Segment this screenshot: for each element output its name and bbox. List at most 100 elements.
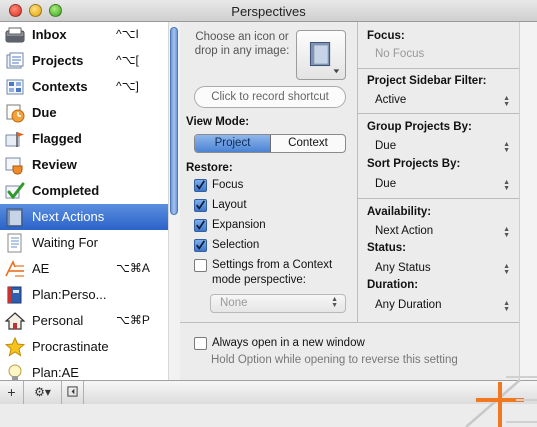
always-open-label: Always open in a new window	[212, 337, 365, 349]
filter-settings-pane: Focus: No Focus Project Sidebar Filter: …	[357, 22, 520, 322]
settings-from-context-checkbox[interactable]	[194, 259, 207, 272]
perspectives-list: Inbox ^⌥I Projects ^⌥[ Contexts ^⌥] Due …	[0, 22, 180, 380]
popup-arrows-icon: ▲ ▼	[503, 263, 510, 276]
popup-arrows-icon: ▲ ▼	[331, 296, 338, 309]
restore-layout-checkbox[interactable]	[194, 199, 207, 212]
restore-expansion-label: Expansion	[212, 219, 266, 231]
popup-arrows-icon: ▲ ▼	[503, 179, 510, 192]
background-window-edge	[519, 22, 537, 380]
bulb-icon	[8, 364, 22, 380]
toggle-pane-button[interactable]	[62, 381, 84, 404]
sidebar-item-label: Plan:Perso...	[32, 287, 107, 302]
sidebar-item-label: Inbox	[32, 27, 67, 42]
omnifocus-corner-logo-icon	[465, 376, 537, 427]
sidebar-item-label: Review	[32, 157, 77, 172]
sidebar-item-label: Personal	[32, 313, 84, 328]
sidebar-item-projects[interactable]: Projects ^⌥[	[0, 48, 168, 74]
sidebar-item-shortcut: ⌥⌘P	[116, 313, 150, 327]
window-title: Perspectives	[231, 4, 306, 19]
context-perspective-popup[interactable]: None ▲ ▼	[210, 294, 346, 313]
focus-value: No Focus	[375, 48, 425, 60]
divider	[358, 68, 520, 69]
view-mode-segmented-control: Project Context	[194, 134, 346, 153]
record-shortcut-field[interactable]: Click to record shortcut	[194, 86, 346, 108]
sidebar-item-next-actions[interactable]: Next Actions	[0, 204, 168, 230]
availability-popup[interactable]: Next Action	[375, 225, 433, 237]
view-mode-project-segment[interactable]: Project	[195, 135, 271, 152]
sidebar-item-label: Plan:AE	[32, 365, 79, 380]
due-clock-icon	[6, 104, 25, 123]
view-mode-context-segment[interactable]: Context	[271, 135, 345, 152]
perspective-settings-pane: Choose an icon or drop in any image: Cli…	[180, 22, 357, 322]
restore-focus-checkbox[interactable]	[194, 179, 207, 192]
restore-selection-label: Selection	[212, 239, 260, 251]
perspective-icon-well[interactable]	[296, 30, 346, 80]
availability-label: Availability:	[367, 206, 432, 218]
status-label: Status:	[367, 242, 406, 254]
window-bottom-edge	[0, 404, 537, 427]
contexts-icon	[6, 79, 24, 95]
duration-popup[interactable]: Any Duration	[375, 299, 441, 311]
settings-from-context-label: Settings from a Context	[212, 259, 333, 271]
sidebar-item-completed[interactable]: Completed	[0, 178, 168, 204]
popup-arrows-icon: ▲ ▼	[503, 300, 510, 313]
book-icon	[7, 286, 22, 304]
sidebar-item-plan-personal[interactable]: Plan:Perso...	[0, 282, 168, 308]
ae-logo-icon	[5, 260, 24, 277]
sidebar-item-shortcut: ^⌥[	[116, 53, 139, 67]
sidebar-item-ae[interactable]: AE ⌥⌘A	[0, 256, 168, 282]
sidebar-item-due[interactable]: Due	[0, 100, 168, 126]
star-icon	[5, 337, 25, 357]
sidebar-item-plan-ae[interactable]: Plan:AE	[0, 360, 168, 380]
sidebar-item-review[interactable]: Review	[0, 152, 168, 178]
focus-label: Focus:	[367, 30, 405, 42]
gear-menu-button[interactable]: ⚙▾	[24, 381, 62, 404]
sidebar-item-label: Procrastinate	[32, 339, 109, 354]
sidebar-item-personal[interactable]: Personal ⌥⌘P	[0, 308, 168, 334]
sidebar-item-contexts[interactable]: Contexts ^⌥]	[0, 74, 168, 100]
checkmark-icon	[5, 182, 25, 200]
flag-icon	[5, 132, 24, 147]
popup-arrows-icon: ▲ ▼	[503, 141, 510, 154]
sidebar-toggle-icon	[67, 386, 78, 397]
restore-label: Restore:	[186, 162, 233, 174]
sidebar-item-shortcut: ^⌥I	[116, 27, 139, 41]
review-coffee-icon	[5, 157, 23, 175]
sidebar-item-shortcut: ⌥⌘A	[116, 261, 150, 275]
sidebar-filter-label: Project Sidebar Filter:	[367, 75, 487, 87]
divider	[358, 113, 520, 114]
sidebar-item-shortcut: ^⌥]	[116, 79, 139, 93]
sidebar-item-flagged[interactable]: Flagged	[0, 126, 168, 152]
group-projects-by-label: Group Projects By:	[367, 121, 472, 133]
add-perspective-button[interactable]: +	[0, 381, 24, 404]
sidebar-scroll-thumb[interactable]	[170, 27, 178, 215]
sidebar-item-label: Contexts	[32, 79, 88, 94]
sidebar-item-label: AE	[32, 261, 50, 276]
restore-selection-checkbox[interactable]	[194, 239, 207, 252]
folder-icon	[6, 208, 23, 227]
checklist-icon	[7, 233, 22, 253]
status-popup[interactable]: Any Status	[375, 262, 431, 274]
context-perspective-value: None	[220, 297, 248, 309]
folder-icon	[309, 42, 340, 74]
group-projects-by-popup[interactable]: Due	[375, 140, 396, 152]
always-open-checkbox[interactable]	[194, 337, 207, 350]
sidebar-item-procrastinate[interactable]: Procrastinate	[0, 334, 168, 360]
sidebar-item-waiting-for[interactable]: Waiting For	[0, 230, 168, 256]
sidebar-filter-popup[interactable]: Active	[375, 94, 406, 106]
sidebar-item-inbox[interactable]: Inbox ^⌥I	[0, 22, 168, 48]
sidebar-item-label: Flagged	[32, 131, 82, 146]
popup-arrows-icon: ▲ ▼	[503, 226, 510, 239]
sidebar-item-label: Waiting For	[32, 235, 98, 250]
projects-icon	[6, 52, 24, 69]
restore-focus-label: Focus	[212, 179, 244, 191]
inbox-tray-icon	[5, 27, 25, 43]
sort-projects-by-popup[interactable]: Due	[375, 178, 396, 190]
popup-arrows-icon: ▲ ▼	[503, 95, 510, 108]
restore-expansion-checkbox[interactable]	[194, 219, 207, 232]
sort-projects-by-label: Sort Projects By:	[367, 158, 461, 170]
sidebar-item-label: Completed	[32, 183, 100, 198]
view-mode-label: View Mode:	[186, 116, 250, 128]
mode-perspective-label: mode perspective:	[212, 274, 306, 286]
sidebar-item-label: Next Actions	[32, 209, 105, 224]
